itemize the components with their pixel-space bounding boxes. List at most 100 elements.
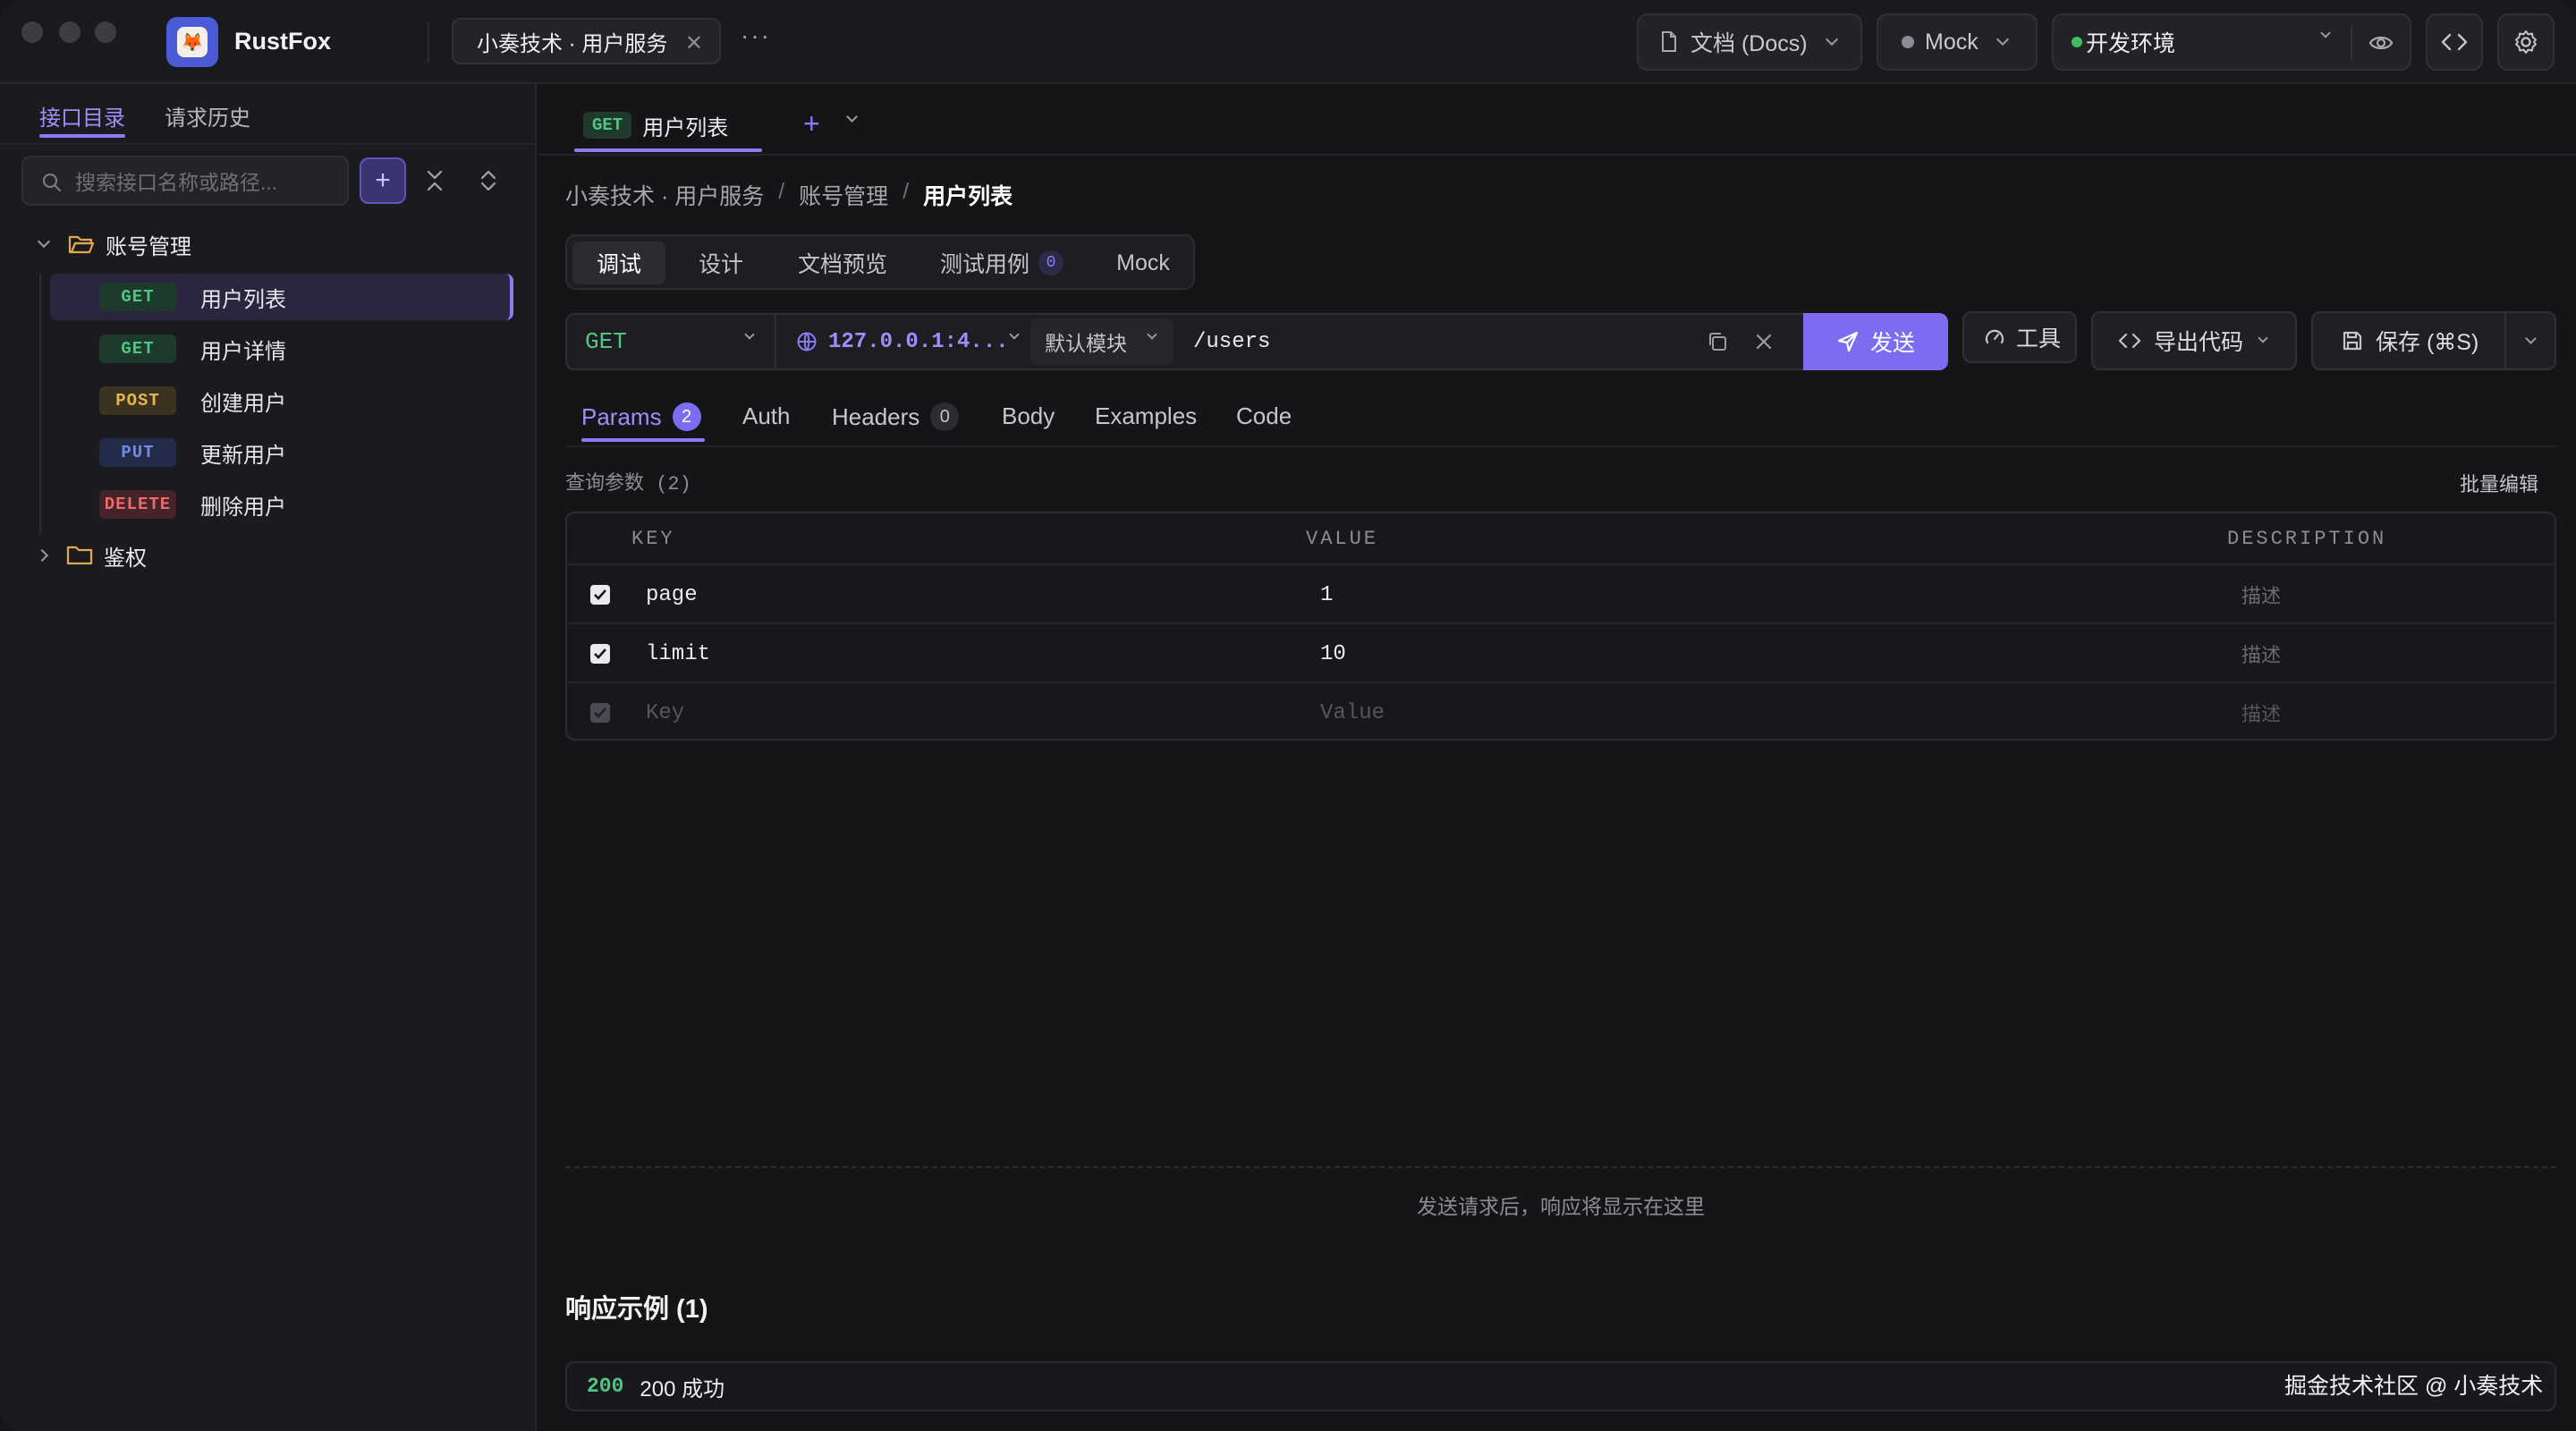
checkbox[interactable] [590, 703, 610, 723]
param-value[interactable]: 10 [1320, 624, 1346, 683]
title-bar: 🦊 RustFox 小奏技术 · 用户服务 ✕ ··· 文档 (Docs) Mo… [0, 0, 2576, 84]
endpoint-item-user-detail[interactable]: GET 用户详情 [50, 326, 513, 372]
endpoint-label: 删除用户 [200, 495, 286, 520]
copy-icon[interactable] [1707, 331, 1728, 352]
method-badge: POST [99, 386, 176, 415]
folder-label: 账号管理 [106, 234, 191, 259]
breadcrumb: 小奏技术 · 用户服务 / 账号管理 / 用户列表 [565, 179, 1013, 211]
breadcrumb-folder[interactable]: 账号管理 [799, 179, 888, 211]
value-input-placeholder[interactable]: Value [1320, 683, 1385, 739]
add-endpoint-button[interactable]: + [360, 157, 406, 204]
segment-debug[interactable]: 调试 [572, 241, 665, 284]
expand-all-icon[interactable] [474, 166, 503, 195]
param-key[interactable]: limit [646, 624, 710, 683]
request-tab[interactable]: GET 用户列表 [574, 100, 762, 150]
eye-icon[interactable] [2368, 32, 2394, 54]
endpoint-item-create-user[interactable]: POST 创建用户 [50, 377, 513, 424]
chevron-down-icon [2524, 332, 2537, 344]
code-icon [2441, 33, 2468, 51]
method-badge: PUT [99, 438, 176, 467]
save-options-button[interactable] [2504, 311, 2556, 370]
param-description[interactable]: 描述 [2241, 565, 2281, 624]
send-button[interactable]: 发送 [1803, 313, 1948, 370]
send-icon [1837, 331, 1859, 352]
tab-label: Headers [832, 402, 920, 430]
method-badge: GET [583, 112, 632, 139]
folder-account-management[interactable]: 账号管理 [32, 224, 191, 265]
settings-button[interactable] [2497, 13, 2555, 71]
endpoint-item-update-user[interactable]: PUT 更新用户 [50, 429, 513, 476]
tab-headers[interactable]: Headers 0 [832, 402, 960, 431]
save-label: 保存 (⌘S) [2376, 330, 2479, 355]
environment-selector[interactable]: 开发环境 [2052, 13, 2411, 71]
chevron-down-icon [2258, 333, 2268, 343]
table-row: page 1 描述 [567, 563, 2555, 624]
tab-params[interactable]: Params 2 [581, 402, 701, 431]
breadcrumb-project[interactable]: 小奏技术 · 用户服务 [565, 179, 764, 211]
window-minimize-dot[interactable] [59, 21, 80, 43]
window-zoom-dot[interactable] [95, 21, 116, 43]
column-header-description: DESCRIPTION [2227, 527, 2387, 550]
clear-icon[interactable] [1755, 333, 1773, 351]
tab-examples[interactable]: Examples [1095, 402, 1197, 430]
new-tab-plus-icon[interactable]: + [803, 107, 820, 140]
tab-body[interactable]: Body [1002, 402, 1055, 430]
tab-auth[interactable]: Auth [742, 402, 791, 430]
param-description[interactable]: 描述 [2241, 624, 2281, 683]
param-value[interactable]: 1 [1320, 565, 1333, 624]
tab-label: Code [1236, 402, 1292, 429]
code-view-button[interactable] [2426, 13, 2483, 71]
tools-button[interactable]: 工具 [1962, 311, 2077, 363]
response-example-item[interactable]: 200 200 成功 [565, 1361, 2556, 1411]
save-icon [2343, 331, 2362, 351]
response-hint: 发送请求后，响应将显示在这里 [1417, 1195, 1705, 1218]
tab-label: Params [581, 402, 662, 430]
response-example-label: 200 成功 [640, 1376, 725, 1401]
export-code-button[interactable]: 导出代码 [2091, 311, 2297, 370]
segment-mock[interactable]: Mock [1097, 241, 1190, 284]
endpoint-item-user-list[interactable]: GET 用户列表 [50, 274, 513, 320]
bulk-edit-link[interactable]: 批量编辑 [2460, 469, 2538, 497]
app-name: RustFox [234, 28, 331, 55]
checkbox[interactable] [590, 644, 610, 664]
tree-guide-line [39, 274, 41, 533]
window-close-dot[interactable] [21, 21, 43, 43]
method-select[interactable]: GET [567, 315, 776, 368]
search-input[interactable]: 搜索接口名称或路径... [21, 156, 349, 206]
key-input-placeholder[interactable]: Key [646, 683, 684, 739]
docs-dropdown[interactable]: 文档 (Docs) [1637, 13, 1862, 71]
chevron-down-icon [37, 234, 51, 249]
request-tab-label: 用户列表 [642, 115, 729, 140]
path-input[interactable]: /users [1193, 315, 1270, 368]
endpoint-label: 用户列表 [200, 287, 286, 312]
endpoint-item-delete-user[interactable]: DELETE 删除用户 [50, 481, 513, 528]
tab-code[interactable]: Code [1236, 402, 1292, 430]
param-key[interactable]: page [646, 565, 698, 624]
folder-auth[interactable]: 鉴权 [32, 535, 147, 576]
segment-test-cases[interactable]: 测试用例 0 [919, 241, 1084, 284]
sidebar-tab-history[interactable]: 请求历史 [165, 100, 250, 131]
save-button[interactable]: 保存 (⌘S) [2311, 311, 2506, 370]
collapse-all-icon[interactable] [420, 166, 449, 195]
check-icon [594, 648, 606, 659]
app-window: 🦊 RustFox 小奏技术 · 用户服务 ✕ ··· 文档 (Docs) Mo… [0, 0, 2576, 1431]
description-input-placeholder[interactable]: 描述 [2241, 683, 2281, 739]
tabs-chevron-down-icon[interactable] [846, 111, 858, 123]
mock-dropdown[interactable]: Mock [1877, 13, 2038, 71]
more-icon[interactable]: ··· [741, 21, 771, 50]
sidebar: 接口目录 请求历史 搜索接口名称或路径... + 账号管理 GET 用户列表 G… [0, 84, 537, 1431]
env-status-dot [2072, 37, 2082, 47]
folder-icon [66, 546, 93, 565]
column-header-key: KEY [631, 527, 675, 550]
close-icon[interactable]: ✕ [685, 30, 703, 56]
checkbox[interactable] [590, 585, 610, 605]
breadcrumb-current: 用户列表 [923, 184, 1013, 209]
project-tab[interactable]: 小奏技术 · 用户服务 ✕ [452, 18, 721, 64]
module-select[interactable]: 默认模块 [1030, 318, 1174, 365]
segment-design[interactable]: 设计 [676, 241, 766, 284]
endpoint-label: 用户详情 [200, 339, 286, 364]
base-url-select[interactable]: 127.0.0.1:4... [776, 315, 1030, 368]
breadcrumb-separator: / [778, 179, 785, 204]
segment-doc-preview[interactable]: 文档预览 [780, 241, 905, 284]
sidebar-tab-api-directory[interactable]: 接口目录 [39, 100, 125, 131]
